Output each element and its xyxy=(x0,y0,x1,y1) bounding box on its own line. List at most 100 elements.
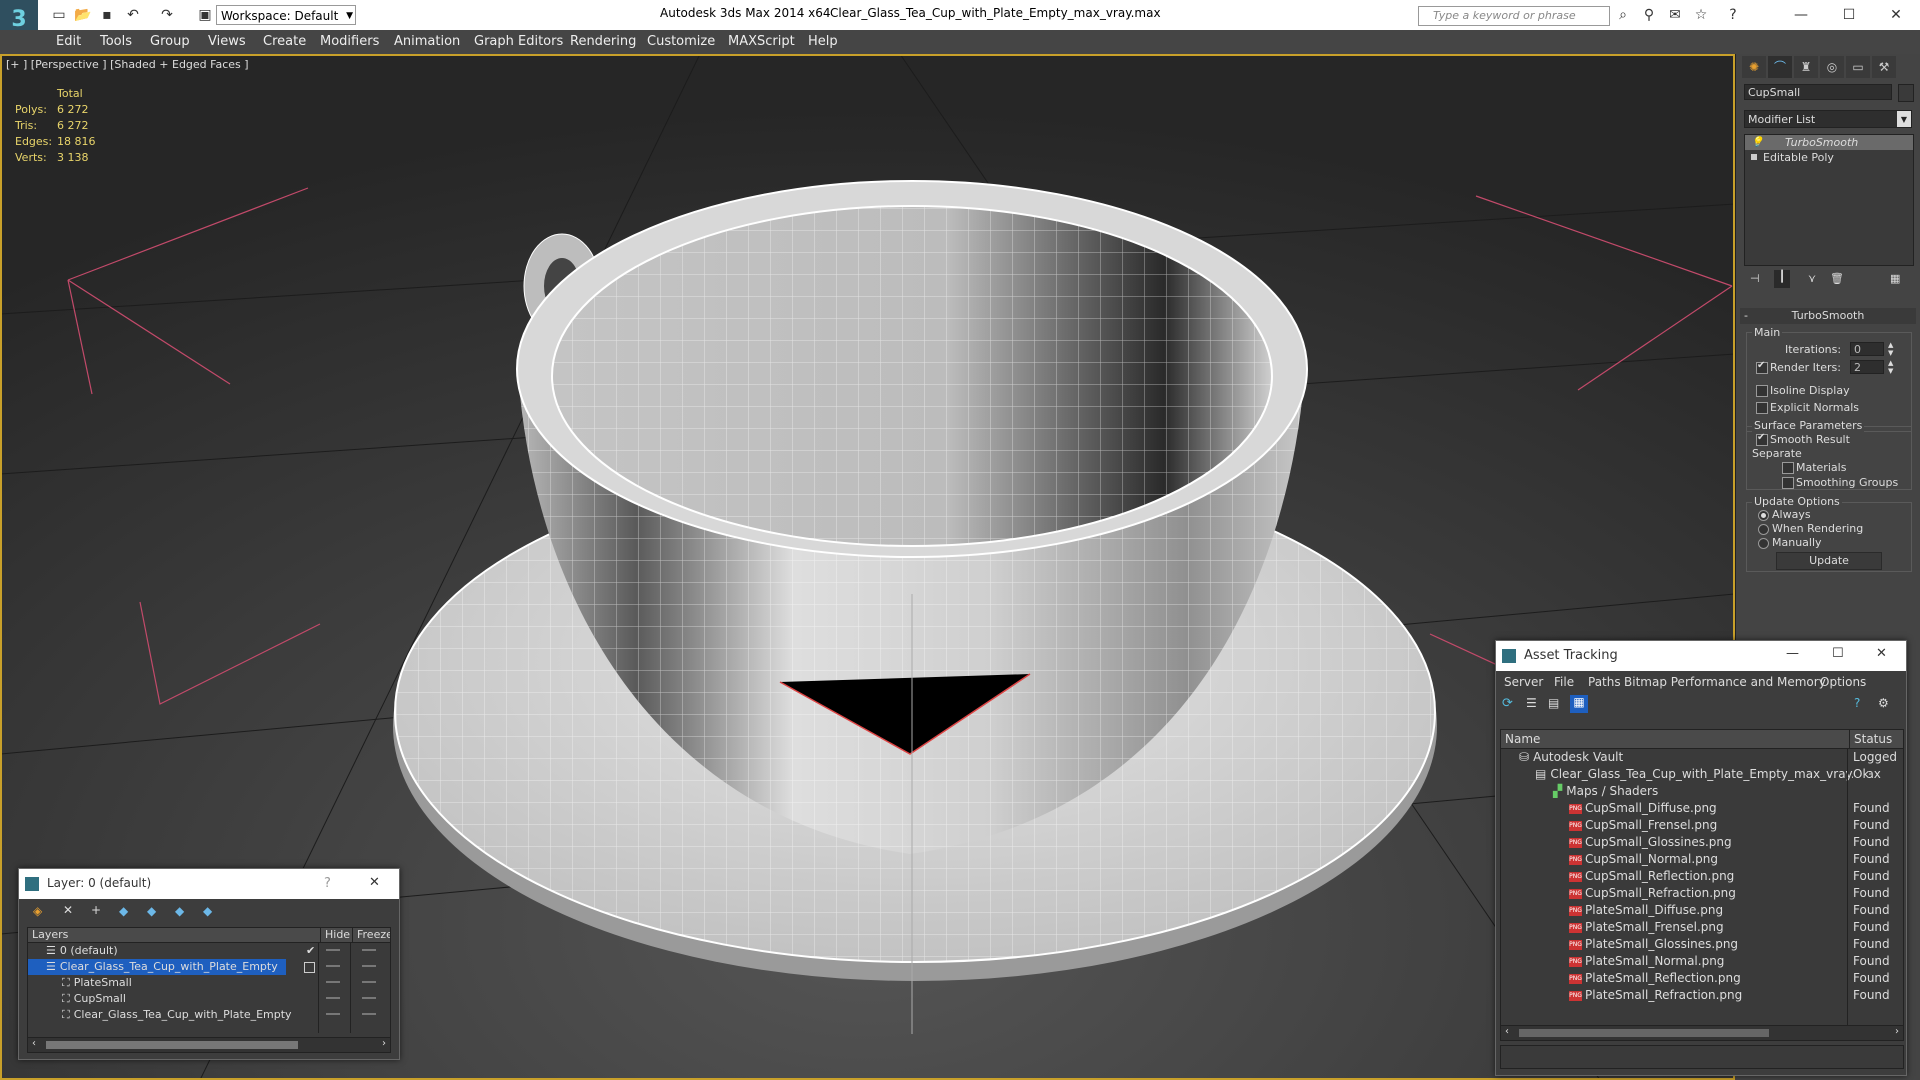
freeze-toggle[interactable] xyxy=(362,949,376,951)
search-box[interactable]: Type a keyword or phrase xyxy=(1418,6,1610,26)
menu-group[interactable]: Group xyxy=(150,30,190,54)
subscription-icon[interactable]: ⚲ xyxy=(1638,4,1660,26)
list-view-icon[interactable]: ☰ xyxy=(1526,696,1537,710)
freeze-toggle[interactable] xyxy=(362,981,376,983)
configure-sets-icon[interactable]: ▦ xyxy=(1890,272,1900,285)
table-row[interactable]: PNG CupSmall_Reflection.png Found xyxy=(1501,868,1903,885)
manually-radio[interactable] xyxy=(1758,538,1769,549)
layer-row[interactable]: ⛶ Clear_Glass_Tea_Cup_with_Plate_Empty xyxy=(28,1007,388,1023)
close-icon[interactable]: ✕ xyxy=(369,875,380,890)
hide-toggle[interactable] xyxy=(326,949,340,951)
menu-rendering[interactable]: Rendering xyxy=(570,30,636,54)
save-file-icon[interactable]: ▪ xyxy=(96,4,118,26)
object-name-field[interactable]: CupSmall xyxy=(1744,84,1892,100)
layer-row[interactable]: ⛶ CupSmall xyxy=(28,991,388,1007)
asset-menu-paths[interactable]: Paths xyxy=(1588,671,1621,693)
horizontal-scrollbar[interactable]: ‹ › xyxy=(28,1037,390,1052)
delete-layer-icon[interactable]: ✕ xyxy=(63,903,73,917)
help-icon[interactable]: ? xyxy=(324,876,331,891)
hide-toggle[interactable] xyxy=(326,965,340,967)
column-layers[interactable]: Layers xyxy=(32,928,68,942)
modify-tab-icon[interactable]: ⌒ xyxy=(1768,56,1792,78)
settings-icon[interactable]: ⚙ xyxy=(1878,696,1889,710)
table-row[interactable]: PNG CupSmall_Normal.png Found xyxy=(1501,851,1903,868)
stack-item-turbosmooth[interactable]: 💡 TurboSmooth xyxy=(1745,135,1913,150)
menu-graph-editors[interactable]: Graph Editors xyxy=(474,30,563,54)
hide-toggle[interactable] xyxy=(326,981,340,983)
undo-icon[interactable]: ↶ xyxy=(122,4,144,26)
table-row[interactable]: PNG PlateSmall_Frensel.png Found xyxy=(1501,919,1903,936)
help-icon[interactable]: ? xyxy=(1854,696,1860,710)
scroll-left-icon[interactable]: ‹ xyxy=(32,1038,36,1049)
table-row[interactable]: ▞ Maps / Shaders xyxy=(1501,783,1903,800)
menu-views[interactable]: Views xyxy=(208,30,246,54)
close-icon[interactable]: ✕ xyxy=(1876,646,1887,661)
always-radio[interactable] xyxy=(1758,510,1769,521)
layer-manager-titlebar[interactable]: Layer: 0 (default) ? ✕ xyxy=(19,869,399,899)
asset-tracking-titlebar[interactable]: Asset Tracking — ☐ ✕ xyxy=(1496,641,1906,671)
spinner-arrows-icon[interactable]: ▲ ▼ xyxy=(1888,341,1893,357)
menu-help[interactable]: Help xyxy=(808,30,838,54)
update-button[interactable]: Update xyxy=(1776,552,1882,570)
freeze-toggle[interactable] xyxy=(362,997,376,999)
help-icon[interactable]: ? xyxy=(1722,4,1744,26)
hide-toggle[interactable] xyxy=(326,997,340,999)
create-tab-icon[interactable]: ✺ xyxy=(1742,56,1766,78)
expand-icon[interactable] xyxy=(1751,154,1757,160)
asset-menu-file[interactable]: File xyxy=(1554,671,1574,693)
layer-row[interactable]: ☰ Clear_Glass_Tea_Cup_with_Plate_Empty xyxy=(28,959,286,975)
menu-customize[interactable]: Customize xyxy=(647,30,715,54)
project-folder-icon[interactable]: ▣ xyxy=(194,4,216,26)
viewport-label[interactable]: [+ ] [Perspective ] [Shaded + Edged Face… xyxy=(6,58,249,71)
stack-item-editable-poly[interactable]: Editable Poly xyxy=(1745,150,1913,165)
show-end-result-icon[interactable]: ┃ xyxy=(1774,270,1790,288)
hide-toggle[interactable] xyxy=(326,1013,340,1015)
table-row[interactable]: PNG PlateSmall_Glossines.png Found xyxy=(1501,936,1903,953)
minimize-icon[interactable]: — xyxy=(1786,646,1799,661)
add-to-layer-icon[interactable]: + xyxy=(91,903,101,917)
menu-tools[interactable]: Tools xyxy=(100,30,132,54)
search-input[interactable]: Type a keyword or phrase xyxy=(1433,9,1576,22)
motion-tab-icon[interactable]: ◎ xyxy=(1820,56,1844,78)
table-row[interactable]: PNG PlateSmall_Reflection.png Found xyxy=(1501,970,1903,987)
asset-menu-server[interactable]: Server xyxy=(1504,671,1543,693)
table-row[interactable]: PNG CupSmall_Frensel.png Found xyxy=(1501,817,1903,834)
close-icon[interactable]: ✕ xyxy=(1885,4,1907,26)
asset-menu-options[interactable]: Options xyxy=(1820,671,1866,693)
menu-create[interactable]: Create xyxy=(263,30,306,54)
table-row[interactable]: PNG PlateSmall_Diffuse.png Found xyxy=(1501,902,1903,919)
column-freeze[interactable]: Freeze xyxy=(352,928,390,942)
binoculars-icon[interactable]: ⌕ xyxy=(1612,4,1634,26)
materials-checkbox[interactable] xyxy=(1782,462,1794,474)
column-status[interactable]: Status xyxy=(1849,730,1903,748)
modifier-stack[interactable]: 💡 TurboSmooth Editable Poly xyxy=(1744,134,1914,266)
hierarchy-tab-icon[interactable]: ♜ xyxy=(1794,56,1818,78)
horizontal-scrollbar[interactable]: ‹ › xyxy=(1501,1025,1903,1040)
rollout-header[interactable]: - TurboSmooth xyxy=(1740,308,1916,324)
table-row[interactable]: PNG PlateSmall_Refraction.png Found xyxy=(1501,987,1903,1004)
layer-row[interactable]: ⛶ PlateSmall xyxy=(28,975,388,991)
minimize-icon[interactable]: — xyxy=(1790,4,1812,26)
render-iters-spinner[interactable]: 2 xyxy=(1850,360,1884,374)
refresh-icon[interactable]: ⟳ xyxy=(1502,696,1518,712)
make-unique-icon[interactable]: ⋎ xyxy=(1808,272,1816,285)
column-name[interactable]: Name xyxy=(1505,730,1540,748)
spinner-arrows-icon[interactable]: ▲ ▼ xyxy=(1888,359,1893,375)
freeze-all-icon[interactable]: ◆ xyxy=(203,904,212,918)
scroll-thumb[interactable] xyxy=(1519,1029,1769,1037)
new-file-icon[interactable]: ▭ xyxy=(48,4,70,26)
render-iters-checkbox[interactable] xyxy=(1756,360,1768,374)
modifier-list-dropdown[interactable]: Modifier List ▼ xyxy=(1744,110,1912,128)
freeze-toggle[interactable] xyxy=(362,1013,376,1015)
utilities-tab-icon[interactable]: ⚒ xyxy=(1872,56,1896,78)
layer-row[interactable]: ☰ 0 (default) ✔ xyxy=(28,943,388,959)
explicit-normals-checkbox[interactable] xyxy=(1756,402,1768,414)
asset-menu-bitmap[interactable]: Bitmap Performance and Memory xyxy=(1624,671,1826,693)
menu-maxscript[interactable]: MAXScript xyxy=(728,30,795,54)
isoline-checkbox[interactable] xyxy=(1756,385,1768,397)
details-view-icon[interactable]: ▤ xyxy=(1548,696,1559,710)
favorites-star-icon[interactable]: ☆ xyxy=(1690,4,1712,26)
freeze-toggle[interactable] xyxy=(362,965,376,967)
menu-modifiers[interactable]: Modifiers xyxy=(320,30,379,54)
table-view-icon[interactable]: ▦ xyxy=(1570,695,1588,713)
